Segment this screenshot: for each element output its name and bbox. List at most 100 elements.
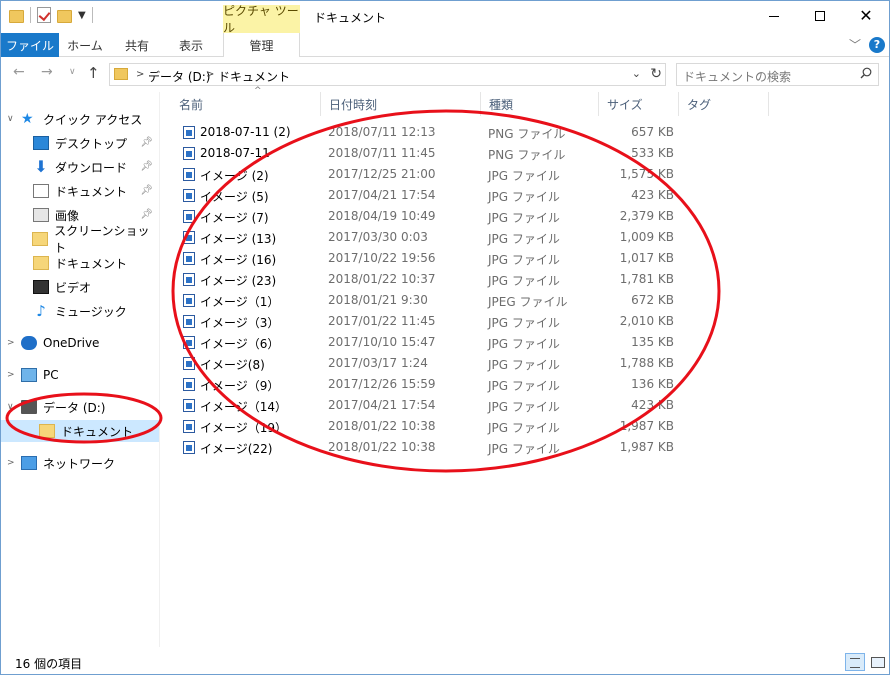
ribbon-controls: ﹀ ? (849, 36, 885, 53)
column-header-name[interactable]: 名前 ^ (171, 86, 321, 116)
forward-arrow-icon[interactable]: → (41, 64, 53, 80)
file-type: JPG ファイル (488, 337, 560, 351)
file-name: 2018-07-11 (200, 146, 270, 160)
breadcrumb-documents[interactable]: ドキュメント (218, 68, 290, 85)
nav-onedrive[interactable]: > OneDrive (1, 332, 159, 354)
table-row[interactable]: イメージ (5) 2017/04/21 17:54 JPG ファイル 423 KB (179, 185, 679, 206)
navigation-pane: ∨ ★ クイック アクセス デスクトップ 📌︎ ⬇ ダウンロード 📌︎ ドキュメ… (1, 92, 160, 647)
tab-share[interactable]: 共有 (113, 33, 161, 57)
chevron-right-icon[interactable]: > (206, 69, 214, 80)
table-row[interactable]: イメージ (7) 2018/04/19 10:49 JPG ファイル 2,379 KB (179, 206, 679, 227)
close-button[interactable]: ✕ (843, 1, 889, 31)
table-row[interactable]: 2018-07-11 (2) 2018/07/11 12:13 PNG ファイル 65… (179, 122, 679, 143)
chevron-right-icon[interactable]: > (7, 370, 21, 380)
file-type: JPG ファイル (488, 400, 560, 414)
pin-icon[interactable]: 📌︎ (140, 137, 153, 148)
image-file-icon (183, 231, 195, 244)
column-header-date[interactable]: 日付時刻 (321, 92, 481, 116)
file-name: イメージ(8) (200, 358, 265, 372)
table-row[interactable]: イメージ（6） 2017/10/10 15:47 JPG ファイル 135 KB (179, 332, 679, 353)
toolbar-separator (30, 7, 31, 23)
desktop-icon (33, 136, 49, 150)
expand-ribbon-icon[interactable]: ﹀ (849, 36, 861, 53)
nav-drive-d[interactable]: ∨ データ (D:) (1, 396, 159, 418)
ribbon-tabs: ファイル ホーム 共有 表示 管理 ﹀ ? (1, 33, 889, 57)
large-icons-view-icon[interactable] (868, 653, 886, 671)
table-row[interactable]: イメージ（3） 2017/01/22 11:45 JPG ファイル 2,010 KB (179, 311, 679, 332)
chevron-right-icon[interactable]: > (7, 338, 21, 348)
nav-label: データ (D:) (43, 400, 106, 415)
file-name: イメージ（1） (200, 295, 280, 309)
new-folder-icon[interactable] (57, 10, 72, 23)
table-row[interactable]: イメージ（1） 2018/01/21 9:30 JPEG ファイル 672 KB (179, 290, 679, 311)
nav-item-screenshots[interactable]: スクリーンショット (1, 224, 159, 255)
column-header-tag[interactable]: タグ (679, 92, 769, 116)
nav-item-desktop[interactable]: デスクトップ 📌︎ (1, 132, 159, 154)
file-size: 136 KB (631, 377, 674, 391)
table-row[interactable]: イメージ（19） 2018/01/22 10:38 JPG ファイル 1,987 KB (179, 416, 679, 437)
table-row[interactable]: 2018-07-11 2018/07/11 11:45 PNG ファイル 533 KB (179, 143, 679, 164)
details-view-icon[interactable] (845, 653, 865, 671)
file-size: 423 KB (631, 188, 674, 202)
table-row[interactable]: イメージ (23) 2018/01/22 10:37 JPG ファイル 1,781 K… (179, 269, 679, 290)
file-date: 2018/07/11 11:45 (328, 146, 436, 160)
nav-item-videos[interactable]: ビデオ (1, 276, 159, 298)
chevron-down-icon[interactable]: ∨ (7, 402, 21, 412)
search-icon[interactable] (860, 67, 872, 79)
pin-icon[interactable]: 📌︎ (140, 161, 153, 172)
nav-network[interactable]: > ネットワーク (1, 452, 159, 474)
nav-pc[interactable]: > PC (1, 364, 159, 386)
chevron-down-icon[interactable]: ▼ (78, 10, 86, 21)
pin-icon[interactable]: 📌︎ (140, 209, 153, 220)
sort-ascending-icon: ^ (254, 86, 262, 96)
back-arrow-icon[interactable]: ← (13, 64, 25, 80)
tab-view[interactable]: 表示 (167, 33, 215, 57)
help-icon[interactable]: ? (869, 36, 885, 53)
nav-label: OneDrive (43, 336, 100, 350)
address-bar[interactable]: > データ (D:) > ドキュメント ⌄ ↻ (109, 63, 666, 86)
up-arrow-icon[interactable]: ↑ (87, 64, 100, 82)
table-row[interactable]: イメージ(8) 2017/03/17 1:24 JPG ファイル 1,788 KB (179, 353, 679, 374)
breadcrumb-drive[interactable]: データ (D:) (148, 68, 210, 85)
nav-drive-documents[interactable]: ドキュメント (1, 420, 159, 442)
minimize-button[interactable] (751, 1, 797, 31)
pin-icon[interactable]: 📌︎ (140, 185, 153, 196)
chevron-right-icon[interactable]: > (136, 69, 144, 80)
music-icon: ♪ (36, 302, 46, 320)
nav-item-documents-folder[interactable]: ドキュメント (1, 252, 159, 274)
close-icon: ✕ (859, 6, 873, 25)
tab-home[interactable]: ホーム (61, 33, 109, 57)
nav-item-downloads[interactable]: ⬇ ダウンロード 📌︎ (1, 156, 159, 178)
recent-locations-icon[interactable]: ∨ (69, 67, 76, 77)
table-row[interactable]: イメージ（14） 2017/04/21 17:54 JPG ファイル 423 KB (179, 395, 679, 416)
chevron-down-icon[interactable]: ⌄ (632, 67, 641, 80)
nav-quick-access[interactable]: ∨ ★ クイック アクセス (1, 108, 159, 130)
refresh-icon[interactable]: ↻ (650, 66, 662, 82)
table-row[interactable]: イメージ (13) 2017/03/30 0:03 JPG ファイル 1,009 KB (179, 227, 679, 248)
file-size: 533 KB (631, 146, 674, 160)
properties-icon[interactable] (37, 7, 51, 23)
column-header-size[interactable]: サイズ (599, 92, 679, 116)
chevron-right-icon[interactable]: > (7, 458, 21, 468)
file-size: 1,017 KB (619, 251, 674, 265)
file-size: 2,379 KB (619, 209, 674, 223)
folder-icon (32, 232, 49, 246)
search-input[interactable]: ドキュメントの検索 (676, 63, 879, 86)
nav-item-documents[interactable]: ドキュメント 📌︎ (1, 180, 159, 202)
chevron-down-icon[interactable]: ∨ (7, 114, 21, 124)
tab-manage[interactable]: 管理 (223, 33, 300, 57)
nav-item-music[interactable]: ♪ ミュージック (1, 300, 159, 322)
file-name: イメージ（9） (200, 379, 280, 393)
file-type: JPG ファイル (488, 274, 560, 288)
file-type: JPG ファイル (488, 358, 560, 372)
nav-label: ドキュメント (55, 256, 128, 271)
table-row[interactable]: イメージ（9） 2017/12/26 15:59 JPG ファイル 136 KB (179, 374, 679, 395)
column-header-type[interactable]: 種類 (481, 92, 599, 116)
image-file-icon (183, 126, 195, 139)
table-row[interactable]: イメージ(22) 2018/01/22 10:38 JPG ファイル 1,987 KB (179, 437, 679, 458)
maximize-button[interactable] (797, 1, 843, 31)
file-date: 2017/03/30 0:03 (328, 230, 428, 244)
table-row[interactable]: イメージ (2) 2017/12/25 21:00 JPG ファイル 1,575 KB (179, 164, 679, 185)
tab-file[interactable]: ファイル (1, 33, 59, 57)
table-row[interactable]: イメージ (16) 2017/10/22 19:56 JPG ファイル 1,017 K… (179, 248, 679, 269)
